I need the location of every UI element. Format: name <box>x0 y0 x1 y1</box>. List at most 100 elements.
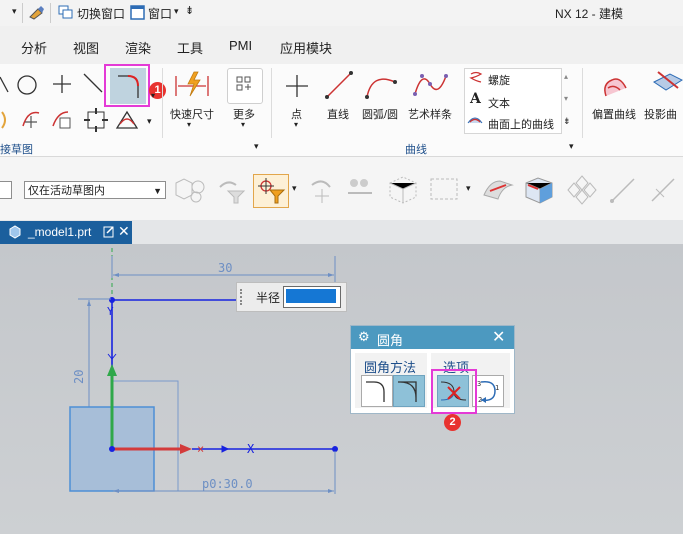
chevron-down-icon[interactable]: ▾ <box>466 183 471 194</box>
box-face-icon[interactable] <box>522 175 556 205</box>
chevron-down-icon: ▼ <box>153 186 162 196</box>
brush-icon[interactable] <box>28 5 46 21</box>
gear-icon[interactable]: ⚙ <box>358 329 370 345</box>
highlight-box-fillet <box>104 64 150 107</box>
point-icon[interactable] <box>52 74 72 94</box>
point-icon[interactable] <box>285 74 309 98</box>
studio-spline-label[interactable]: 艺术样条 <box>408 106 452 122</box>
offset-curve-icon[interactable] <box>600 70 630 100</box>
fillet-method-label: 圆角方法 <box>364 360 417 375</box>
quick-dimension-icon[interactable] <box>174 70 210 98</box>
circle-icon[interactable] <box>16 74 38 96</box>
dim-p0-text: p0:30.0 <box>202 477 253 491</box>
modified-icon <box>103 226 114 238</box>
box-select-icon[interactable] <box>428 175 460 205</box>
x-axis-arrow <box>180 444 192 454</box>
fillet-dialog-title: 圆角 <box>377 333 404 348</box>
axis-y-label: Y <box>107 305 114 318</box>
app-title: NX 12 - 建模 <box>555 7 624 21</box>
gallery-scroll-down-icon[interactable]: ▾ <box>564 94 568 103</box>
selection-scope-dropdown[interactable]: 仅在活动草图内 ▼ <box>24 181 166 199</box>
chevron-down-icon[interactable]: ▾ <box>241 120 245 129</box>
dim-horizontal-text: 30 <box>218 261 232 275</box>
studio-spline-icon[interactable] <box>412 68 448 100</box>
chevron-down-icon[interactable]: ▾ <box>292 183 297 194</box>
fillet-dialog-header[interactable]: ⚙ 圆角 ✕ <box>351 326 514 349</box>
helix-button[interactable]: 螺旋 <box>488 72 510 88</box>
radius-input-selection <box>286 289 336 303</box>
dropdown-arrow-icon[interactable]: ▾ <box>12 6 17 17</box>
text-icon: A <box>470 91 481 107</box>
divider <box>162 68 163 138</box>
red-cross-marker: × <box>197 442 204 456</box>
arc-circle-label[interactable]: 圆弧/圆 <box>362 106 398 122</box>
radius-input-popup: 半径 <box>236 282 347 312</box>
surface-icon[interactable] <box>480 175 516 205</box>
axis-x-label: X <box>247 442 255 456</box>
text-button[interactable]: 文本 <box>488 95 510 111</box>
line-snap-icon[interactable] <box>608 175 638 205</box>
tab-analysis[interactable]: 分析 <box>21 38 47 57</box>
corner-handle-icon[interactable] <box>84 108 108 132</box>
svg-text:1: 1 <box>495 384 499 392</box>
customize-quick-access-icon[interactable]: ⇟ <box>185 4 194 17</box>
chevron-down-icon[interactable]: ▾ <box>187 120 191 129</box>
filter-reset-icon[interactable] <box>216 177 246 205</box>
ribbon: 1 ▾ ▾ 快速尺寸 ▾ 更多 ▾ 点 ▾ 直线 圆弧/圆 艺术样条 螺旋 A … <box>0 64 683 157</box>
show-all-icon[interactable] <box>344 175 376 205</box>
y-axis-arrow <box>107 364 117 376</box>
type-filter-dropdown[interactable] <box>0 181 12 199</box>
trim-fillet-button[interactable] <box>361 375 393 407</box>
polyline-icon[interactable] <box>0 74 10 94</box>
trim-icon[interactable] <box>82 72 104 94</box>
tangent-snap-icon[interactable] <box>648 175 678 205</box>
curve-on-surface-button[interactable]: 曲面上的曲线 <box>488 116 554 132</box>
projected-curve-icon[interactable] <box>650 68 683 100</box>
projected-curve-label[interactable]: 投影曲 <box>644 106 677 122</box>
window-menu[interactable]: 窗口 <box>148 5 172 22</box>
quick-dimension-label[interactable]: 快速尺寸 <box>170 106 214 122</box>
more-sketch-tools-icon[interactable]: ▾ <box>147 116 152 127</box>
line-label[interactable]: 直线 <box>327 106 349 122</box>
tab-pmi[interactable]: PMI <box>229 38 252 53</box>
drag-handle-icon[interactable] <box>240 289 245 305</box>
line-icon[interactable] <box>324 70 354 100</box>
close-tab-icon[interactable]: ✕ <box>118 223 130 240</box>
tab-applications[interactable]: 应用模块 <box>280 38 332 57</box>
radius-input[interactable] <box>283 286 341 308</box>
offset-icon[interactable] <box>0 108 12 132</box>
chevron-down-icon[interactable]: ▾ <box>174 6 179 17</box>
arc-circle-icon[interactable] <box>364 70 398 100</box>
document-tab-title: _model1.prt <box>28 225 92 239</box>
move-curve-icon[interactable] <box>20 108 42 130</box>
snap-options-icon[interactable] <box>562 173 602 207</box>
chevron-down-icon[interactable]: ▾ <box>151 91 155 100</box>
group-expand-icon[interactable]: ▾ <box>569 141 574 152</box>
snap-point-icon <box>258 178 286 204</box>
gallery-scroll-up-icon[interactable]: ▴ <box>564 72 568 81</box>
part-file-icon <box>9 225 21 239</box>
tab-view[interactable]: 视图 <box>73 38 99 57</box>
document-tab[interactable]: _model1.prt ✕ <box>0 221 132 244</box>
divider <box>22 3 23 23</box>
radius-label: 半径 <box>256 291 281 305</box>
selection-filter-icon[interactable] <box>172 175 208 205</box>
group-label-direct-sketch: 接草图 <box>0 144 33 156</box>
gallery-expand-icon[interactable]: ⇟ <box>563 116 571 127</box>
switch-window-button[interactable]: 切换窗口 <box>77 5 125 22</box>
svg-text:2: 2 <box>478 396 482 404</box>
callout-badge-2: 2 <box>444 414 461 431</box>
mirror-curve-icon[interactable] <box>50 108 74 130</box>
trim-fillet-icon <box>366 381 385 402</box>
tab-tools[interactable]: 工具 <box>177 38 203 57</box>
tab-render[interactable]: 渲染 <box>125 38 151 57</box>
chamfer-icon[interactable] <box>114 108 140 132</box>
close-icon[interactable]: ✕ <box>492 327 505 347</box>
chevron-down-icon[interactable]: ▾ <box>294 120 298 129</box>
offset-curve-label[interactable]: 偏置曲线 <box>592 106 636 122</box>
untrim-fillet-button[interactable] <box>393 375 425 407</box>
group-expand-icon[interactable]: ▾ <box>254 141 259 152</box>
wcs-cube-icon[interactable] <box>386 173 420 207</box>
undo-snap-icon[interactable] <box>306 177 336 203</box>
window-icon <box>130 5 145 20</box>
